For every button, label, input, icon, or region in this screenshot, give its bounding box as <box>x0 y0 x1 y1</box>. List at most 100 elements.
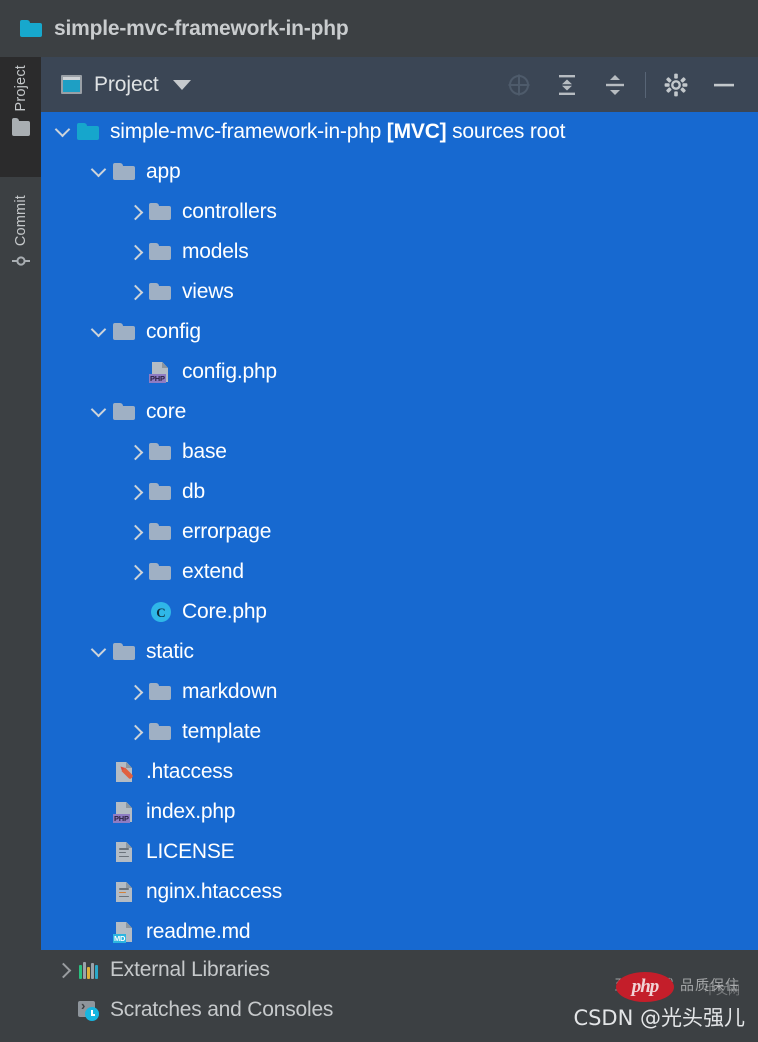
folder-icon <box>149 561 173 583</box>
tree-toggle-placeholder <box>123 359 149 385</box>
htaccess-file-icon <box>113 761 137 783</box>
tree-node-label: core <box>146 400 187 423</box>
tree-row[interactable]: .htaccess <box>41 752 758 792</box>
tree-row[interactable]: LICENSE <box>41 832 758 872</box>
chevron-right-icon[interactable] <box>51 957 77 983</box>
sidebar-item-project[interactable]: Project <box>0 57 41 177</box>
folder-icon <box>11 117 30 136</box>
sidebar-item-commit[interactable]: Commit <box>0 187 41 307</box>
tool-window-rail: Project Commit <box>0 57 41 1042</box>
tree-node-label: readme.md <box>146 920 251 943</box>
folder-icon <box>149 201 173 223</box>
commit-icon <box>11 252 30 270</box>
window-title-bar: simple-mvc-framework-in-php <box>0 0 758 57</box>
project-tree-footer[interactable]: External Libraries Scratches and Consoles <box>41 950 758 1042</box>
tree-node-label: Scratches and Consoles <box>110 998 334 1021</box>
tree-node-label: Core.php <box>182 600 267 623</box>
tree-row[interactable]: markdown <box>41 672 758 712</box>
tree-node-label: simple-mvc-framework-in-php [MVC] source… <box>110 120 566 143</box>
chevron-right-icon[interactable] <box>123 679 149 705</box>
tree-row[interactable]: db <box>41 472 758 512</box>
tree-node-label: index.php <box>146 800 236 823</box>
hide-button[interactable] <box>700 64 748 106</box>
select-opened-file-button[interactable] <box>495 64 543 106</box>
chevron-right-icon[interactable] <box>123 479 149 505</box>
tree-toggle-placeholder <box>123 599 149 625</box>
tree-row[interactable]: nginx.htaccess <box>41 872 758 912</box>
tree-node-label: markdown <box>182 680 278 703</box>
tree-node-label: extend <box>182 560 244 583</box>
tree-row[interactable]: C Core.php <box>41 592 758 632</box>
chevron-right-icon[interactable] <box>123 239 149 265</box>
tree-row[interactable]: errorpage <box>41 512 758 552</box>
collapse-all-button[interactable] <box>591 64 639 106</box>
tree-row[interactable]: app <box>41 152 758 192</box>
chevron-down-icon[interactable] <box>172 79 191 90</box>
external-libraries-icon <box>77 959 101 981</box>
folder-icon <box>77 121 101 143</box>
chevron-down-icon[interactable] <box>87 399 113 425</box>
tree-node-label: app <box>146 160 181 183</box>
chevron-right-icon[interactable] <box>123 439 149 465</box>
folder-icon <box>149 721 173 743</box>
tree-row[interactable]: extend <box>41 552 758 592</box>
tree-row[interactable]: static <box>41 632 758 672</box>
tree-row[interactable]: controllers <box>41 192 758 232</box>
chevron-down-icon[interactable] <box>51 119 77 145</box>
tree-row[interactable]: views <box>41 272 758 312</box>
toolbar-separator <box>645 71 646 98</box>
text-file-icon <box>113 841 137 863</box>
tree-row[interactable]: PHP config.php <box>41 352 758 392</box>
tree-node-label: LICENSE <box>146 840 235 863</box>
tree-node-label: controllers <box>182 200 277 223</box>
folder-icon <box>149 481 173 503</box>
php-class-icon: C <box>149 601 173 623</box>
tree-row[interactable]: base <box>41 432 758 472</box>
folder-icon <box>113 161 137 183</box>
chevron-right-icon[interactable] <box>123 719 149 745</box>
tree-row[interactable]: template <box>41 712 758 752</box>
gear-icon <box>664 73 688 96</box>
chevron-down-icon[interactable] <box>87 639 113 665</box>
folder-icon <box>113 641 137 663</box>
tree-node-label: config.php <box>182 360 277 383</box>
php-file-icon: PHP <box>149 361 173 383</box>
chevron-down-icon[interactable] <box>87 319 113 345</box>
markdown-file-icon: MD <box>113 921 137 943</box>
php-file-icon: PHP <box>113 801 137 823</box>
tree-row[interactable]: core <box>41 392 758 432</box>
tree-row[interactable]: PHP index.php <box>41 792 758 832</box>
sidebar-item-commit-label: Commit <box>12 195 29 247</box>
options-button[interactable] <box>652 64 700 106</box>
tree-toggle-placeholder <box>87 879 113 905</box>
tree-node-label: static <box>146 640 194 663</box>
chevron-right-icon[interactable] <box>123 199 149 225</box>
collapse-all-icon <box>606 74 624 95</box>
expand-all-button[interactable] <box>543 64 591 106</box>
tree-node-label: config <box>146 320 201 343</box>
tree-row[interactable]: External Libraries <box>41 950 758 990</box>
project-window-icon <box>61 75 82 94</box>
tree-toggle-placeholder <box>87 759 113 785</box>
tree-node-label: base <box>182 440 227 463</box>
chevron-down-icon[interactable] <box>87 159 113 185</box>
project-panel-toolbar: Project <box>41 57 758 112</box>
panel-title: Project <box>94 72 159 96</box>
chevron-right-icon[interactable] <box>123 279 149 305</box>
tree-row[interactable]: MD readme.md <box>41 912 758 950</box>
tree-row[interactable]: simple-mvc-framework-in-php [MVC] source… <box>41 112 758 152</box>
chevron-right-icon[interactable] <box>123 559 149 585</box>
project-tree[interactable]: simple-mvc-framework-in-php [MVC] source… <box>41 112 758 950</box>
tree-node-label: External Libraries <box>110 958 270 981</box>
tree-row[interactable]: models <box>41 232 758 272</box>
folder-icon <box>149 241 173 263</box>
folder-icon <box>149 441 173 463</box>
tree-toggle-placeholder <box>51 997 77 1023</box>
minimize-icon <box>714 83 734 86</box>
tree-row[interactable]: Scratches and Consoles <box>41 990 758 1030</box>
tree-node-label: .htaccess <box>146 760 233 783</box>
folder-icon <box>113 401 137 423</box>
tree-node-label: nginx.htaccess <box>146 880 283 903</box>
chevron-right-icon[interactable] <box>123 519 149 545</box>
tree-row[interactable]: config <box>41 312 758 352</box>
